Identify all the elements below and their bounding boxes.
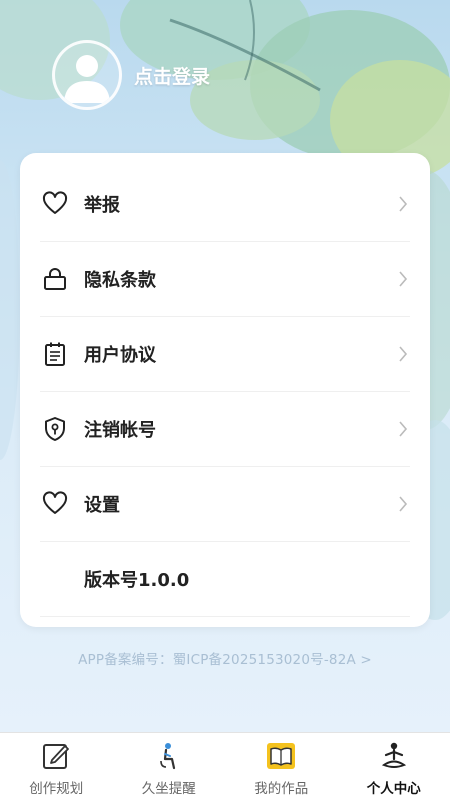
tab-label: 久坐提醒 xyxy=(142,777,196,797)
notepad-icon xyxy=(40,339,70,369)
tab-label: 个人中心 xyxy=(367,777,421,797)
tab-personal-center[interactable]: 个人中心 xyxy=(338,733,450,801)
chevron-right-icon xyxy=(396,194,410,214)
menu-item-label: 用户协议 xyxy=(84,341,396,367)
tab-creation-plan[interactable]: 创作规划 xyxy=(0,733,113,801)
menu-item-report[interactable]: 举报 xyxy=(40,166,410,242)
menu-item-settings[interactable]: 设置 xyxy=(40,466,410,542)
menu-item-delete-account[interactable]: 注销帐号 xyxy=(40,391,410,467)
menu-item-agreement[interactable]: 用户协议 xyxy=(40,316,410,392)
icp-record-link[interactable]: APP备案编号：蜀ICP备2025153020号-82A > xyxy=(0,648,450,668)
version-label: 版本号1.0.0 xyxy=(84,566,189,592)
heart-icon xyxy=(40,489,70,519)
login-link[interactable]: 点击登录 xyxy=(134,62,210,89)
heart-icon xyxy=(40,189,70,219)
version-row: 版本号1.0.0 xyxy=(40,541,410,617)
menu-item-label: 隐私条款 xyxy=(84,266,396,292)
avatar[interactable] xyxy=(52,40,122,110)
sitting-person-icon xyxy=(152,739,186,773)
tab-label: 创作规划 xyxy=(29,777,83,797)
menu-item-privacy[interactable]: 隐私条款 xyxy=(40,241,410,317)
menu-item-label: 注销帐号 xyxy=(84,416,396,442)
menu-item-label: 举报 xyxy=(84,191,396,217)
chevron-right-icon xyxy=(396,269,410,289)
chevron-right-icon xyxy=(396,419,410,439)
user-icon xyxy=(55,43,119,107)
menu-item-label: 设置 xyxy=(84,491,396,517)
lock-icon xyxy=(40,264,70,294)
pen-note-icon xyxy=(39,739,73,773)
chevron-right-icon xyxy=(396,344,410,364)
chevron-right-icon xyxy=(396,494,410,514)
tab-my-works[interactable]: 我的作品 xyxy=(225,733,338,801)
tab-sedentary-reminder[interactable]: 久坐提醒 xyxy=(113,733,226,801)
bottom-tab-bar: 创作规划 久坐提醒 我的作品 个人中心 xyxy=(0,732,450,801)
book-icon xyxy=(264,739,298,773)
tab-label: 我的作品 xyxy=(254,777,308,797)
shield-key-icon xyxy=(40,414,70,444)
menu-card: 举报 隐私条款 用户协议 注销帐号 设置 xyxy=(20,153,430,627)
login-header[interactable]: 点击登录 xyxy=(52,40,210,110)
meditation-person-icon xyxy=(377,739,411,773)
